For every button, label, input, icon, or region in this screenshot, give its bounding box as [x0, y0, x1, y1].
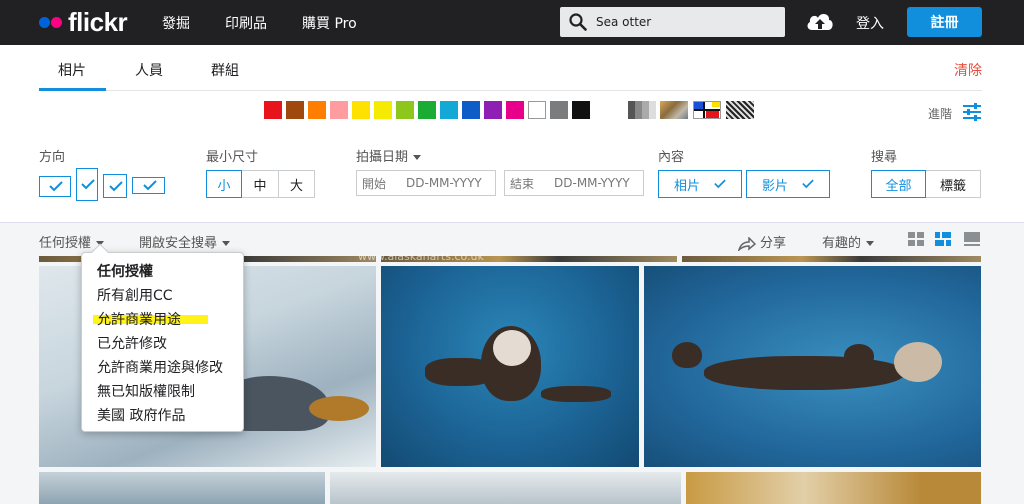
login-link[interactable]: 登入: [856, 13, 884, 33]
search-input[interactable]: [596, 7, 781, 37]
flickr-logo[interactable]: flickr: [39, 6, 128, 37]
chevron-down-icon: [222, 241, 231, 246]
nav-get-pro[interactable]: 購買 Pro: [302, 13, 357, 33]
content-label: 內容: [658, 150, 685, 165]
date-end-placeholder: DD-MM-YYYY: [554, 176, 630, 190]
size-small-button[interactable]: 小: [206, 170, 242, 198]
chevron-down-icon: [413, 155, 422, 160]
tabs-divider: [39, 90, 982, 91]
photo-partial-top-3[interactable]: [682, 256, 981, 262]
min-size-label: 最小尺寸: [206, 150, 259, 165]
search-all-button[interactable]: 全部: [871, 170, 926, 198]
photo-bottom-2[interactable]: [330, 472, 681, 504]
color-swatch[interactable]: [374, 101, 392, 119]
filter-sliders-icon[interactable]: [962, 103, 982, 121]
check-icon: [109, 181, 123, 192]
tab-people[interactable]: 人員: [135, 60, 163, 80]
color-swatch[interactable]: [440, 101, 458, 119]
size-medium-button[interactable]: 中: [242, 170, 279, 198]
orientation-portrait[interactable]: [76, 168, 98, 201]
logo-pink-dot: [51, 16, 62, 28]
license-option-modifications[interactable]: 已允許修改: [97, 333, 167, 353]
color-swatch[interactable]: [352, 101, 370, 119]
content-photos-toggle[interactable]: 相片: [658, 170, 742, 198]
content-photos-label: 相片: [673, 178, 700, 194]
color-swatch[interactable]: [330, 101, 348, 119]
search-filter-panel: 相片 人員 群組 清除 進階 方向 最小尺寸 小 中 大 拍攝日期 開始 DD-…: [0, 45, 1024, 223]
photo-bottom-1[interactable]: [39, 472, 325, 504]
license-option-no-known-restrictions[interactable]: 無已知版權限制: [97, 381, 195, 401]
grid-view-icon[interactable]: [908, 232, 924, 246]
search-scope-label: 搜尋: [871, 150, 898, 165]
minimal-pattern-icon: [694, 102, 720, 118]
size-large-button[interactable]: 大: [279, 170, 315, 198]
signup-button[interactable]: 註冊: [907, 7, 982, 37]
photo-otter-floating-2[interactable]: [644, 266, 981, 467]
sort-dropdown[interactable]: 有趣的: [822, 232, 875, 251]
orientation-square[interactable]: [103, 174, 127, 198]
check-icon: [81, 179, 95, 190]
photo-bottom-3[interactable]: [686, 472, 981, 504]
swatch-pattern[interactable]: [726, 101, 754, 119]
orientation-landscape[interactable]: [39, 176, 71, 197]
color-swatch[interactable]: [506, 101, 524, 119]
color-swatch[interactable]: [286, 101, 304, 119]
license-option-commercial[interactable]: 允許商業用途: [97, 309, 181, 329]
logo-text: flickr: [68, 6, 128, 37]
check-icon: [714, 179, 726, 189]
swatch-minimalist[interactable]: [693, 101, 721, 119]
large-view-icon[interactable]: [964, 232, 980, 246]
date-start-placeholder: DD-MM-YYYY: [406, 176, 482, 190]
top-navigation-bar: flickr 發掘 印刷品 購買 Pro 登入 註冊: [0, 0, 1024, 45]
color-swatch[interactable]: [308, 101, 326, 119]
check-icon: [49, 181, 63, 192]
nav-prints[interactable]: 印刷品: [225, 13, 267, 33]
check-icon: [802, 179, 814, 189]
search-tags-button[interactable]: 標籤: [926, 170, 981, 198]
advanced-filter-label[interactable]: 進階: [928, 105, 952, 122]
license-option-any[interactable]: 任何授權: [97, 261, 153, 281]
search-icon: [569, 13, 587, 31]
nav-explore[interactable]: 發掘: [162, 13, 190, 33]
check-icon: [143, 180, 157, 191]
swatch-shallow-depth[interactable]: [660, 101, 688, 119]
justified-view-icon[interactable]: [935, 232, 951, 246]
active-tab-indicator: [39, 88, 106, 91]
color-swatch[interactable]: [462, 101, 480, 119]
photo-otter-floating-1[interactable]: [381, 266, 639, 467]
upload-cloud-icon[interactable]: [806, 10, 834, 32]
content-videos-label: 影片: [761, 178, 788, 194]
color-swatch[interactable]: [484, 101, 502, 119]
color-swatch[interactable]: [264, 101, 282, 119]
chevron-down-icon: [866, 241, 875, 246]
share-button[interactable]: 分享: [737, 232, 786, 253]
license-option-all-cc[interactable]: 所有創用CC: [97, 285, 173, 305]
photo-watermark: www.alaskanarts.co.uk: [358, 250, 484, 263]
logo-blue-dot: [39, 16, 50, 28]
color-swatch[interactable]: [418, 101, 436, 119]
tab-photos[interactable]: 相片: [58, 60, 86, 80]
swatch-black-white[interactable]: [628, 101, 656, 119]
color-swatch[interactable]: [550, 101, 568, 119]
search-box[interactable]: [560, 7, 785, 37]
date-start-field[interactable]: 開始 DD-MM-YYYY: [356, 170, 496, 196]
license-dropdown-menu: 任何授權 所有創用CC 允許商業用途 已允許修改 允許商業用途與修改 無已知版權…: [81, 243, 244, 432]
safe-search-toggle[interactable]: 開啟安全搜尋: [139, 232, 231, 251]
content-videos-toggle[interactable]: 影片: [746, 170, 830, 198]
share-arrow-icon: [737, 235, 757, 253]
color-swatch[interactable]: [396, 101, 414, 119]
tab-groups[interactable]: 群組: [211, 60, 239, 80]
date-end-field[interactable]: 結束 DD-MM-YYYY: [504, 170, 644, 196]
date-start-label: 開始: [362, 176, 387, 191]
orientation-label: 方向: [39, 150, 66, 165]
orientation-panorama[interactable]: [132, 177, 165, 194]
date-taken-label[interactable]: 拍攝日期: [356, 146, 422, 165]
clear-filters-link[interactable]: 清除: [954, 60, 982, 80]
license-option-commercial-modifications[interactable]: 允許商業用途與修改: [97, 357, 223, 377]
color-swatch[interactable]: [572, 101, 590, 119]
license-option-us-government[interactable]: 美國 政府作品: [97, 405, 185, 425]
date-end-label: 結束: [510, 176, 535, 191]
color-swatch[interactable]: [528, 101, 546, 119]
